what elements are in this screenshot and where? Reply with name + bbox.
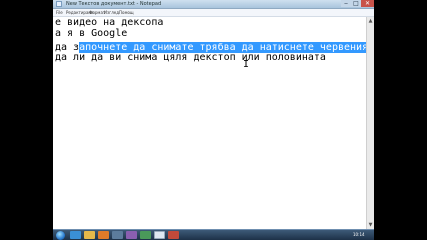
start-orb-icon[interactable] [56,231,65,240]
notepad-icon[interactable] [154,231,165,239]
minimize-button[interactable]: ‒ [341,0,351,7]
close-button[interactable]: ✕ [361,0,374,7]
menu-file[interactable]: File [56,9,63,16]
ie-icon[interactable] [70,231,81,239]
recorder-icon[interactable] [168,231,179,239]
text-editor-area[interactable]: е видео на дексопа а я в Google да започ… [53,17,366,229]
menu-format[interactable]: Формат [89,9,105,16]
text-line-1: е видео на дексопа [55,17,164,28]
text-cursor-icon: I [243,59,250,70]
tray-clock[interactable]: 10:14 [353,230,365,240]
app-icon[interactable] [140,231,151,239]
menu-help[interactable]: Помощ [119,9,134,16]
menu-bar: File Редактиране Формат Изглед Помощ [53,9,374,17]
media-player-icon[interactable] [98,231,109,239]
text-line-5: да ли да ви снима цяля декстоп или полов… [55,52,326,63]
taskbar: 10:14 [53,229,374,240]
notepad-window: New Текстов документ.txt - Notepad ‒ □ ✕… [53,0,374,229]
scroll-up-arrow-icon[interactable]: ▲ [367,17,374,25]
notepad-app-icon [56,1,62,7]
app-icon[interactable] [112,231,123,239]
window-title: New Текстов документ.txt - Notepad [66,1,162,7]
menu-view[interactable]: Изглед [104,9,119,16]
title-bar[interactable]: New Текстов документ.txt - Notepad ‒ □ ✕ [53,0,374,9]
text-line-2: а я в Google [55,28,128,39]
desktop-screen: New Текстов документ.txt - Notepad ‒ □ ✕… [53,0,374,240]
app-icon[interactable] [126,231,137,239]
scroll-down-arrow-icon[interactable]: ▼ [367,221,374,229]
maximize-button[interactable]: □ [351,0,361,7]
vertical-scrollbar[interactable]: ▲ ▼ [366,17,374,229]
folder-icon[interactable] [84,231,95,239]
